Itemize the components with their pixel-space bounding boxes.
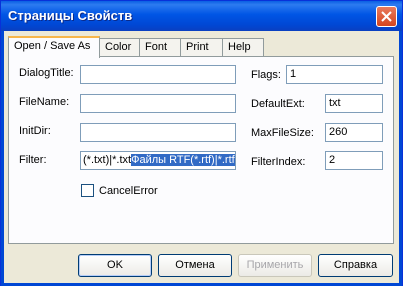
flags-input[interactable]: 1 bbox=[286, 65, 383, 84]
filter-selected-text: Файлы RTF(*.rtf)|*.rtf bbox=[131, 154, 235, 166]
default-ext-input[interactable]: txt bbox=[325, 94, 383, 113]
max-file-size-label: MaxFileSize: bbox=[251, 127, 314, 139]
window-border-right bbox=[399, 31, 402, 284]
max-file-size-input[interactable]: 260 bbox=[325, 123, 383, 142]
title-bar[interactable]: Страницы Свойств bbox=[1, 1, 402, 31]
file-name-label: FileName: bbox=[19, 96, 70, 108]
tab-open-save-as[interactable]: Open / Save As bbox=[8, 36, 100, 58]
dialog-title-label: DialogTitle: bbox=[19, 67, 74, 79]
tab-label: Help bbox=[228, 41, 251, 53]
filter-index-label: FilterIndex: bbox=[251, 156, 306, 168]
tab-label: Font bbox=[145, 41, 168, 53]
filter-input[interactable]: (*.txt)|*.txtФайлы RTF(*.rtf)|*.rtf bbox=[80, 151, 236, 170]
ok-button[interactable]: OK bbox=[78, 254, 152, 277]
tab-help[interactable]: Help bbox=[222, 38, 264, 57]
close-icon bbox=[381, 11, 392, 22]
tab-color[interactable]: Color bbox=[99, 38, 140, 57]
tab-label: Open / Save As bbox=[14, 40, 91, 52]
tab-font[interactable]: Font bbox=[139, 38, 181, 57]
tab-label: Print bbox=[186, 41, 209, 53]
init-dir-label: InitDir: bbox=[19, 125, 51, 137]
apply-button[interactable]: Применить bbox=[238, 254, 312, 277]
tab-label: Color bbox=[105, 41, 132, 53]
window-title: Страницы Свойств bbox=[8, 8, 133, 23]
window-border-left bbox=[1, 31, 4, 284]
cancel-button[interactable]: Отмена bbox=[158, 254, 232, 277]
init-dir-input[interactable] bbox=[80, 123, 236, 142]
default-ext-label: DefaultExt: bbox=[251, 98, 305, 110]
tab-print[interactable]: Print bbox=[180, 38, 223, 57]
filter-index-input[interactable]: 2 bbox=[325, 151, 383, 170]
tab-panel bbox=[8, 56, 394, 244]
properties-dialog: Страницы Свойств Open / Save As Color Fo… bbox=[0, 0, 403, 286]
cancel-error-label[interactable]: CancelError bbox=[99, 185, 158, 197]
close-button[interactable] bbox=[376, 6, 397, 27]
cancel-error-checkbox[interactable] bbox=[81, 184, 94, 197]
help-button[interactable]: Справка bbox=[318, 254, 393, 277]
flags-label: Flags: bbox=[251, 69, 281, 81]
file-name-input[interactable] bbox=[80, 94, 236, 113]
dialog-title-input[interactable] bbox=[80, 65, 236, 84]
filter-plain-text: (*.txt)|*.txt bbox=[83, 154, 132, 166]
filter-label: Filter: bbox=[19, 154, 47, 166]
